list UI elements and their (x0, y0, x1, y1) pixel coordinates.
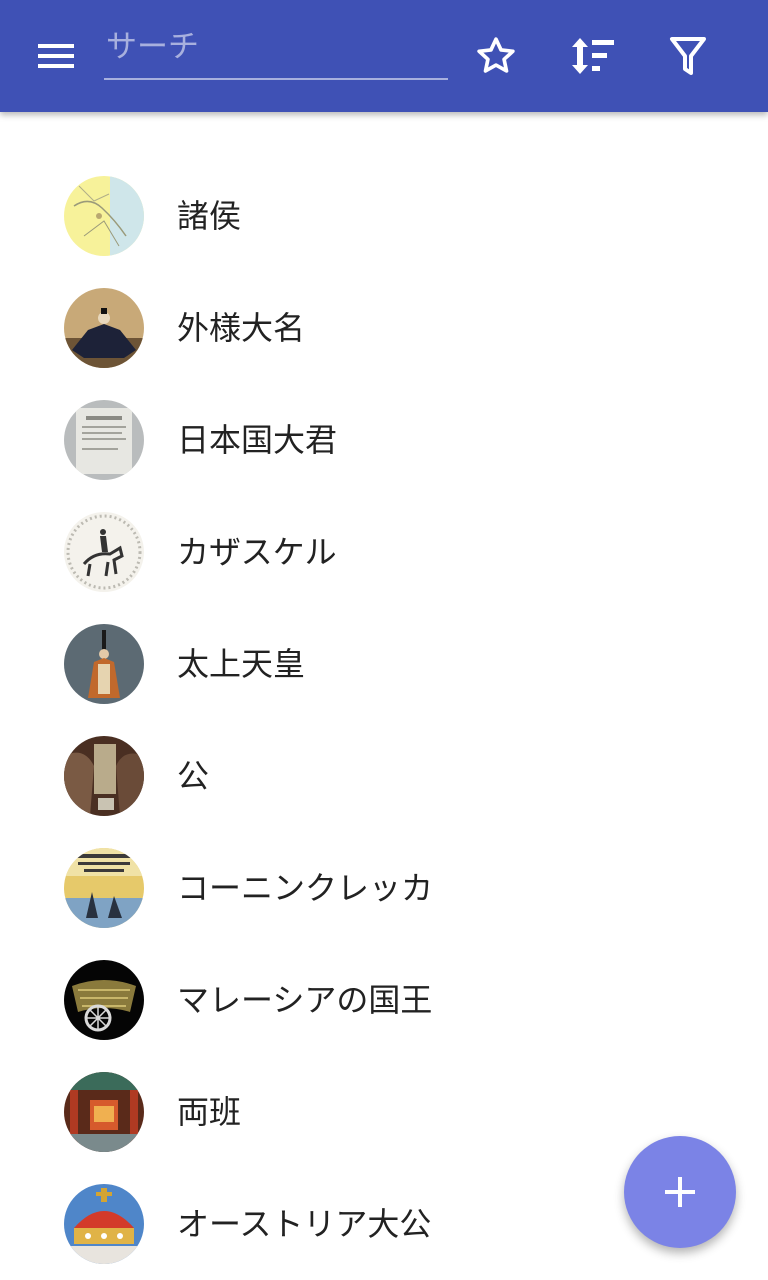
list-item-label: コーニンクレッカ (177, 869, 434, 907)
search-field (104, 16, 448, 82)
ornament-thumbnail (64, 960, 144, 1040)
list-item[interactable]: カザスケル (0, 496, 768, 608)
results-list: 諸侯 外様大名 日本国大君 カザスケル 太上天皇 公 コーニンクレッカ マレーシ… (0, 160, 768, 1280)
sort-button[interactable] (564, 28, 620, 84)
app-bar (0, 0, 768, 112)
temple-interior-thumbnail (64, 1072, 144, 1152)
list-item[interactable]: 太上天皇 (0, 608, 768, 720)
list-item-label: 両班 (177, 1093, 242, 1131)
poster-thumbnail (64, 848, 144, 928)
menu-icon (38, 44, 74, 68)
horseman-engraving-thumbnail (64, 512, 144, 592)
star-icon (477, 37, 515, 73)
tree-artifact-thumbnail (64, 736, 144, 816)
search-input[interactable] (104, 16, 448, 80)
portrait-thumbnail (64, 288, 144, 368)
map-thumbnail (64, 176, 144, 256)
robed-figure-thumbnail (64, 624, 144, 704)
list-item[interactable]: 日本国大君 (0, 384, 768, 496)
list-item-label: 日本国大君 (177, 421, 338, 459)
crown-thumbnail (64, 1184, 144, 1264)
favorites-button[interactable] (468, 28, 524, 84)
filter-button[interactable] (660, 28, 716, 84)
list-item[interactable]: マレーシアの国王 (0, 944, 768, 1056)
list-item-label: オーストリア大公 (177, 1205, 432, 1243)
list-item-label: 公 (177, 757, 210, 795)
list-item[interactable]: 公 (0, 720, 768, 832)
sort-icon (572, 38, 614, 74)
plus-icon (665, 1177, 695, 1207)
list-item-label: カザスケル (177, 533, 337, 571)
list-item[interactable]: コーニンクレッカ (0, 832, 768, 944)
list-item-label: 諸侯 (177, 197, 242, 235)
list-item[interactable]: 諸侯 (0, 160, 768, 272)
menu-button[interactable] (24, 32, 88, 80)
list-item-label: 太上天皇 (177, 645, 306, 683)
list-item-label: 外様大名 (177, 309, 306, 347)
list-item[interactable]: 外様大名 (0, 272, 768, 384)
list-item-label: マレーシアの国王 (177, 981, 433, 1019)
filter-icon (670, 37, 706, 75)
add-button[interactable] (624, 1136, 736, 1248)
document-thumbnail (64, 400, 144, 480)
